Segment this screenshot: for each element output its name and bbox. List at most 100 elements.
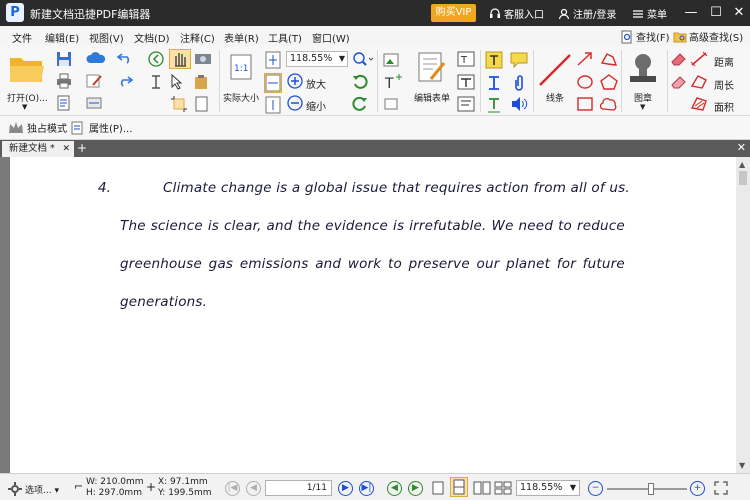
perimeter-tool-button[interactable] [690, 74, 708, 93]
scan-button[interactable] [86, 96, 104, 113]
polygon-tool-button[interactable] [600, 74, 618, 93]
single-page-view-button[interactable] [432, 481, 444, 498]
distance-tool-button[interactable] [690, 51, 708, 70]
customer-service-link[interactable]: 客服入口 [489, 6, 544, 21]
zoom-tool-button[interactable] [352, 51, 374, 70]
attach-file-button[interactable] [512, 74, 526, 95]
options-button[interactable]: 选项... ▾ [8, 482, 59, 496]
last-page-button[interactable]: ▶| [359, 481, 374, 496]
text-box-button[interactable] [457, 74, 475, 93]
scroll-down-icon[interactable]: ▼ [739, 461, 745, 470]
menu-form[interactable]: 表单(R) [224, 30, 259, 45]
rotate-cw-button[interactable] [352, 96, 368, 115]
underline-text-button[interactable] [485, 96, 503, 117]
close-tab-icon[interactable]: ✕ [62, 141, 70, 157]
arrow-tool-button[interactable] [576, 51, 594, 70]
menu-file[interactable]: 文件 [12, 30, 32, 45]
tab-new-document[interactable]: 新建文档 * ✕ [2, 141, 74, 157]
edit-form-button[interactable] [417, 51, 447, 88]
snapshot-button[interactable] [194, 51, 212, 68]
properties-button[interactable]: 属性(P)... [70, 120, 132, 135]
sign-button[interactable] [86, 73, 104, 92]
forward-view-button[interactable]: ▶ [408, 481, 423, 496]
status-zoom-out-button[interactable]: − [588, 481, 603, 496]
select-text-button[interactable] [148, 74, 164, 93]
stamp-dropdown-arrow[interactable]: ▼ [640, 103, 645, 111]
redo-button[interactable] [117, 75, 134, 90]
add-image-button[interactable] [383, 51, 403, 72]
close-all-tabs-button[interactable]: ✕ [737, 141, 746, 155]
cloud-button[interactable] [86, 51, 106, 68]
scrollbar-thumb[interactable] [739, 171, 747, 185]
next-page-button[interactable]: ▶ [338, 481, 353, 496]
page-tools-button[interactable] [194, 96, 210, 115]
highlight-erase-button[interactable] [670, 74, 688, 93]
area-tool-button[interactable] [690, 96, 708, 115]
continuous-view-button[interactable] [450, 477, 468, 497]
polygon-line-button[interactable] [600, 51, 618, 70]
pdf-page[interactable]: 4. Climate change is a global issue that… [10, 157, 736, 473]
typewriter-button[interactable] [485, 51, 503, 72]
line-tool-button[interactable] [537, 52, 573, 91]
back-nav-button[interactable] [148, 51, 164, 70]
new-tab-button[interactable]: + [77, 141, 87, 155]
advanced-find-button[interactable]: 高级查找(S) [673, 29, 743, 44]
crop-button[interactable] [171, 96, 187, 115]
text-field-button[interactable]: T [457, 51, 475, 70]
scroll-up-icon[interactable]: ▲ [739, 160, 745, 169]
cloud-shape-button[interactable] [599, 96, 618, 115]
maximize-button[interactable]: ☐ [705, 3, 727, 23]
zoom-out-button[interactable] [287, 95, 303, 114]
save-button[interactable] [56, 51, 72, 70]
paste-button[interactable] [193, 74, 209, 93]
close-window-button[interactable]: ✕ [728, 3, 750, 23]
rotate-ccw-button[interactable] [352, 74, 368, 93]
zoom-select[interactable]: 118.55% ▼ [286, 51, 348, 67]
fit-page-button[interactable] [265, 51, 281, 72]
login-link[interactable]: 注册/登录 [558, 6, 616, 21]
exclusive-mode-button[interactable]: 独占模式 [8, 120, 67, 135]
minimize-button[interactable]: — [680, 3, 702, 23]
eraser-button[interactable] [670, 51, 688, 70]
zoom-slider[interactable] [607, 483, 687, 495]
page-number-input[interactable]: 1/11 [265, 480, 332, 496]
facing-view-button[interactable] [473, 481, 491, 498]
back-view-button[interactable]: ◀ [387, 481, 402, 496]
facing-continuous-view-button[interactable] [494, 481, 512, 498]
export-button[interactable] [56, 95, 72, 114]
vertical-scrollbar[interactable]: ▲ ▼ [736, 157, 750, 473]
actual-size-button[interactable]: 1:1 [230, 54, 252, 83]
status-zoom-in-button[interactable]: + [690, 481, 705, 496]
sound-button[interactable] [510, 96, 528, 115]
undo-button[interactable] [116, 52, 133, 67]
ellipse-tool-button[interactable] [576, 74, 594, 93]
menu-comment[interactable]: 注释(C) [180, 30, 215, 45]
strikeout-text-button[interactable] [485, 74, 503, 95]
menu-view[interactable]: 视图(V) [89, 30, 124, 45]
menu-edit[interactable]: 编辑(E) [45, 30, 79, 45]
add-object-button[interactable] [383, 96, 401, 115]
buy-vip-button[interactable]: 购买VIP [431, 4, 476, 22]
stamp-button[interactable] [627, 51, 659, 90]
previous-page-button[interactable]: ◀ [246, 481, 261, 496]
note-button[interactable] [510, 51, 528, 72]
zoom-in-button[interactable] [287, 73, 303, 92]
hand-tool-button[interactable] [169, 49, 191, 69]
select-tool-button[interactable] [169, 73, 185, 93]
open-dropdown-arrow[interactable]: ▼ [22, 103, 27, 111]
rectangle-tool-button[interactable] [576, 96, 594, 115]
status-zoom-select[interactable]: 118.55% ▼ [516, 480, 580, 496]
print-button[interactable] [56, 73, 72, 92]
menu-document[interactable]: 文档(D) [134, 30, 170, 45]
add-text-button[interactable]: T [383, 74, 403, 95]
open-button[interactable] [8, 52, 46, 89]
main-menu-button[interactable]: 菜单 [632, 6, 667, 21]
fit-width-button[interactable] [264, 73, 282, 93]
menu-window[interactable]: 窗口(W) [312, 30, 350, 45]
find-button[interactable]: 查找(F) [620, 29, 670, 44]
first-page-button[interactable]: |◀ [225, 481, 240, 496]
menu-tools[interactable]: 工具(T) [268, 30, 302, 45]
fullscreen-button[interactable] [714, 481, 728, 498]
fit-visible-button[interactable] [265, 96, 281, 117]
zoom-slider-thumb[interactable] [648, 483, 654, 495]
